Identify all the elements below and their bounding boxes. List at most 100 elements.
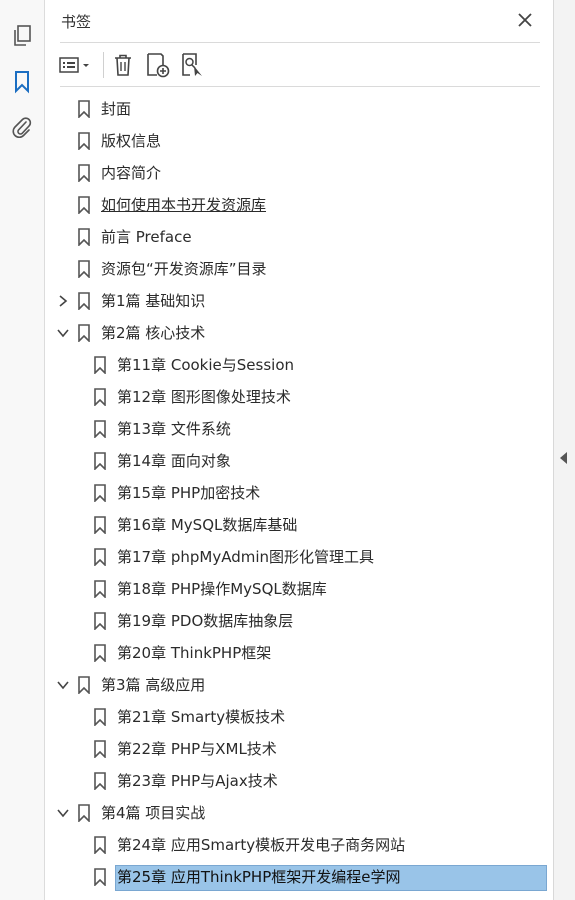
bookmark-icon <box>92 548 108 567</box>
bookmark-item[interactable]: 内容简介 <box>45 157 554 189</box>
bookmarks-panel-button[interactable] <box>8 68 36 96</box>
bookmark-icon <box>92 420 108 439</box>
find-bookmark-icon <box>182 53 202 76</box>
bookmark-label: 第12章 图形图像处理技术 <box>117 388 291 406</box>
page-thumbnails-button[interactable] <box>8 22 36 50</box>
bookmark-label: 第16章 MySQL数据库基础 <box>117 516 298 534</box>
bookmark-label: 第17章 phpMyAdmin图形化管理工具 <box>117 548 375 566</box>
bookmark-icon <box>76 324 92 343</box>
pages-icon <box>14 25 31 46</box>
trash-icon <box>115 54 131 76</box>
bookmark-label: 第4篇 项目实战 <box>101 804 206 822</box>
bookmark-icon <box>92 388 108 407</box>
bookmark-subitem[interactable]: 第21章 Smarty模板技术 <box>45 701 554 733</box>
close-icon <box>518 13 532 27</box>
chevron-down-icon[interactable] <box>56 806 70 820</box>
bookmarks-window: 书签 封面 版权信息 内容简介 如何使用本书开发资源库 前言 Preface 资… <box>0 0 575 900</box>
bookmark-icon <box>92 580 108 599</box>
bookmarks-panel: 书签 封面 版权信息 内容简介 如何使用本书开发资源库 前言 Preface 资… <box>45 0 554 900</box>
bookmark-label: 第14章 面向对象 <box>117 452 231 470</box>
bookmark-icon <box>92 772 108 791</box>
bookmark-icon <box>92 708 108 727</box>
bookmark-icon <box>76 804 92 823</box>
bookmark-item[interactable]: 版权信息 <box>45 125 554 157</box>
find-bookmark-button[interactable] <box>180 52 206 78</box>
bookmark-icon <box>92 452 108 471</box>
bookmark-icon <box>15 71 29 94</box>
bookmark-label: 第25章 应用ThinkPHP框架开发编程e学网 <box>117 868 401 886</box>
bookmark-icon <box>76 260 92 279</box>
bookmark-label: 版权信息 <box>101 132 162 150</box>
bookmark-label: 第18章 PHP操作MySQL数据库 <box>117 580 327 598</box>
bookmark-label: 内容简介 <box>101 164 162 182</box>
options-menu-button[interactable] <box>59 52 91 78</box>
add-bookmark-icon <box>147 53 170 78</box>
panel-resize-bar[interactable] <box>553 0 575 900</box>
bookmark-subitem[interactable]: 第19章 PDO数据库抽象层 <box>45 605 554 637</box>
bookmark-subitem[interactable]: 第15章 PHP加密技术 <box>45 477 554 509</box>
bookmark-label: 第23章 PHP与Ajax技术 <box>117 772 278 790</box>
bookmark-subitem[interactable]: 第12章 图形图像处理技术 <box>45 381 554 413</box>
bookmark-icon <box>92 356 108 375</box>
collapse-arrow-icon[interactable] <box>560 452 567 464</box>
attachments-button[interactable] <box>8 113 36 141</box>
bookmark-label: 第21章 Smarty模板技术 <box>117 708 286 726</box>
bookmark-icon <box>92 612 108 631</box>
bookmark-subitem[interactable]: 第17章 phpMyAdmin图形化管理工具 <box>45 541 554 573</box>
bookmark-item[interactable]: 封面 <box>45 93 554 125</box>
bookmark-icon <box>76 100 92 119</box>
bookmark-item[interactable]: 第3篇 高级应用 <box>45 669 554 701</box>
bookmark-label: 如何使用本书开发资源库 <box>101 196 267 214</box>
bookmark-item[interactable]: 如何使用本书开发资源库 <box>45 189 554 221</box>
bookmark-label: 第15章 PHP加密技术 <box>117 484 261 502</box>
list-options-icon <box>59 57 79 73</box>
bookmark-label: 第24章 应用Smarty模板开发电子商务网站 <box>117 836 406 854</box>
bookmark-subitem[interactable]: 第13章 文件系统 <box>45 413 554 445</box>
bookmark-icon <box>92 484 108 503</box>
bookmark-subitem[interactable]: 第23章 PHP与Ajax技术 <box>45 765 554 797</box>
bookmark-subitem[interactable]: 第14章 面向对象 <box>45 445 554 477</box>
bookmark-icon <box>92 740 108 759</box>
bookmark-icon <box>76 132 92 151</box>
bookmark-icon <box>92 644 108 663</box>
bookmark-subitem[interactable]: 第24章 应用Smarty模板开发电子商务网站 <box>45 829 554 861</box>
bookmark-subitem[interactable]: 第20章 ThinkPHP框架 <box>45 637 554 669</box>
bookmark-label: 第20章 ThinkPHP框架 <box>117 644 272 662</box>
bookmark-subitem[interactable]: 第22章 PHP与XML技术 <box>45 733 554 765</box>
bookmark-subitem[interactable]: 第25章 应用ThinkPHP框架开发编程e学网 <box>45 861 554 893</box>
bookmark-subitem[interactable]: 第18章 PHP操作MySQL数据库 <box>45 573 554 605</box>
left-nav-rail <box>0 0 45 900</box>
bookmark-icon <box>76 228 92 247</box>
bookmark-label: 封面 <box>101 100 132 118</box>
new-bookmark-button[interactable] <box>145 52 171 78</box>
bookmark-icon <box>76 164 92 183</box>
chevron-down-icon[interactable] <box>56 326 70 340</box>
chevron-down-icon[interactable] <box>56 678 70 692</box>
bookmark-label: 第2篇 核心技术 <box>101 324 206 342</box>
chevron-down-icon <box>83 64 89 67</box>
panel-title: 书签 <box>61 13 92 31</box>
bookmark-item[interactable]: 第1篇 基础知识 <box>45 285 554 317</box>
bookmark-subitem[interactable]: 第16章 MySQL数据库基础 <box>45 509 554 541</box>
bookmark-item[interactable]: 第4篇 项目实战 <box>45 797 554 829</box>
bookmark-item[interactable]: 前言 Preface <box>45 221 554 253</box>
bookmark-label: 第19章 PDO数据库抽象层 <box>117 612 294 630</box>
toolbar-divider <box>103 52 104 78</box>
chevron-right-icon[interactable] <box>56 294 70 308</box>
bookmark-icon <box>92 868 108 887</box>
bookmark-item[interactable]: 第2篇 核心技术 <box>45 317 554 349</box>
bookmark-label: 前言 Preface <box>101 228 192 246</box>
bookmark-label: 第22章 PHP与XML技术 <box>117 740 277 758</box>
bookmark-icon <box>76 196 92 215</box>
paperclip-icon <box>12 117 32 138</box>
title-divider <box>60 42 540 43</box>
bookmark-item[interactable]: 资源包“开发资源库”目录 <box>45 253 554 285</box>
delete-bookmark-button[interactable] <box>112 52 134 78</box>
close-panel-button[interactable] <box>515 10 535 30</box>
bookmark-label: 第3篇 高级应用 <box>101 676 206 694</box>
bookmark-label: 第13章 文件系统 <box>117 420 231 438</box>
bookmark-icon <box>76 676 92 695</box>
bookmark-subitem[interactable]: 第11章 Cookie与Session <box>45 349 554 381</box>
bookmark-label: 第1篇 基础知识 <box>101 292 206 310</box>
bookmark-icon <box>92 516 108 535</box>
